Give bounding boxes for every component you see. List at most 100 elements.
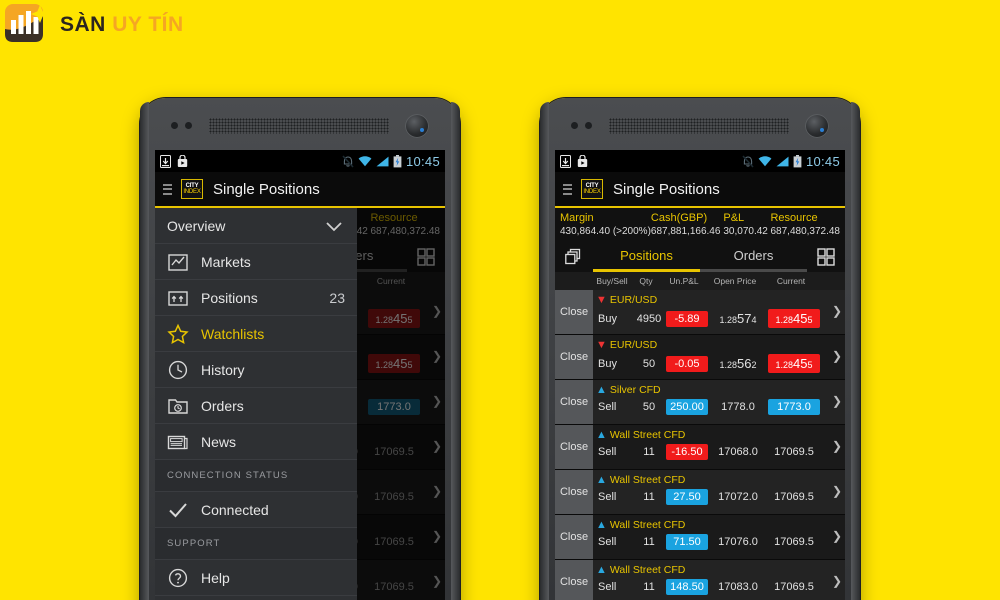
sensor-dots-icon bbox=[171, 122, 192, 129]
pnl-value: -16.50 bbox=[666, 444, 708, 460]
drawer-item-watchlists[interactable]: Watchlists bbox=[155, 316, 357, 352]
close-position-button[interactable]: Close bbox=[555, 335, 593, 379]
grid-view-icon[interactable] bbox=[807, 242, 845, 272]
pnl-value: -0.05 bbox=[666, 355, 708, 372]
positions-icon bbox=[167, 287, 189, 309]
page-title: Single Positions bbox=[613, 180, 720, 198]
summary-value: 30,070.42 bbox=[723, 226, 768, 237]
chevron-right-icon[interactable]: ❯ bbox=[832, 394, 842, 408]
drawer-item-help[interactable]: Help bbox=[155, 560, 357, 596]
open-price-value: 1.28562 bbox=[719, 356, 757, 371]
unrealised-pnl-cell: 148.50 bbox=[664, 579, 710, 595]
chevron-right-icon[interactable]: ❯ bbox=[832, 349, 842, 363]
alarm-silent-icon bbox=[742, 154, 754, 168]
chevron-right-icon[interactable]: ❯ bbox=[832, 529, 842, 543]
drawer-item-news[interactable]: News bbox=[155, 424, 357, 460]
row-body: ▼EUR/USD Buy 4950 -5.89 1.28574 1.28455 ❯ bbox=[593, 290, 845, 334]
table-row[interactable]: Close▲Wall Street CFD Sell 11 71.50 17076.0 1… bbox=[555, 515, 845, 560]
chevron-down-icon[interactable] bbox=[323, 215, 345, 237]
qty-value: 4950 bbox=[636, 312, 662, 325]
phone-left: 10:45 CITY INDEX Single Positions Margin… bbox=[140, 98, 460, 600]
drawer-scrim[interactable] bbox=[357, 208, 445, 600]
drawer-item-connected[interactable]: Connected bbox=[155, 492, 357, 528]
play-store-icon bbox=[577, 154, 588, 167]
tab-orders[interactable]: Orders bbox=[700, 242, 807, 272]
table-row[interactable]: Close▼EUR/USD Buy 50 -0.05 1.28562 1.28455 ❯ bbox=[555, 335, 845, 380]
close-position-button[interactable]: Close bbox=[555, 470, 593, 514]
app-badge-line-2: INDEX bbox=[583, 189, 601, 195]
open-price-value: 1778.0 bbox=[721, 401, 755, 413]
open-price-value: 17083.0 bbox=[718, 581, 758, 593]
positions-table: Close▼EUR/USDBuy4950-5.891.285741.28455❯… bbox=[555, 290, 845, 600]
pnl-value: 148.50 bbox=[666, 579, 708, 595]
app-logo-icon: CITY INDEX bbox=[181, 179, 203, 199]
current-price-cell: 17069.5 bbox=[766, 446, 822, 458]
current-price: 17069.5 bbox=[774, 491, 814, 503]
instrument-label: EUR/USD bbox=[609, 339, 658, 351]
tab-positions[interactable]: Positions bbox=[593, 242, 700, 272]
instrument-name: ▲Wall Street CFD bbox=[596, 473, 845, 487]
column-header: Buy/Sell bbox=[596, 276, 628, 286]
table-row[interactable]: Close▲Wall Street CFD Sell 11 -16.50 17068.0… bbox=[555, 425, 845, 470]
qty-value: 11 bbox=[643, 536, 655, 548]
chevron-right-icon[interactable]: ❯ bbox=[832, 484, 842, 498]
drawer-item-positions[interactable]: Positions 23 bbox=[155, 280, 357, 316]
brand-text: SÀN UY TÍN bbox=[60, 13, 184, 37]
row-cells: Buy 50 -0.05 1.28562 1.28455 bbox=[596, 354, 845, 373]
instrument-label: Silver CFD bbox=[609, 384, 661, 396]
drawer-item-overview[interactable]: Overview bbox=[155, 208, 357, 244]
pnl-value: 27.50 bbox=[666, 489, 708, 505]
battery-charging-icon bbox=[393, 154, 402, 167]
summary-cell: Margin 430,864.40 (>200%) bbox=[560, 212, 651, 238]
arrow-up-icon: ▲ bbox=[596, 563, 607, 576]
table-row[interactable]: Close▲Wall Street CFD Sell 11 27.50 17072.0 1… bbox=[555, 470, 845, 515]
close-position-button[interactable]: Close bbox=[555, 515, 593, 559]
buy-sell-value: Sell bbox=[598, 581, 617, 593]
current-price-cell: 17069.5 bbox=[766, 491, 822, 503]
android-status-bar: 10:45 bbox=[155, 150, 445, 172]
close-position-button[interactable]: Close bbox=[555, 380, 593, 424]
signal-icon bbox=[376, 156, 389, 166]
phone-edge-left bbox=[140, 102, 149, 600]
close-position-button[interactable]: Close bbox=[555, 290, 593, 334]
table-row[interactable]: Close▲Silver CFD Sell 50 250.00 1778.0 1773.0… bbox=[555, 380, 845, 425]
drawer-item-orders[interactable]: Orders bbox=[155, 388, 357, 424]
drawer-item-history[interactable]: History bbox=[155, 352, 357, 388]
chevron-right-icon[interactable]: ❯ bbox=[832, 574, 842, 588]
speaker-grille-icon bbox=[209, 118, 389, 134]
current-price: 1.28455 bbox=[768, 309, 820, 328]
chevron-right-icon[interactable]: ❯ bbox=[832, 439, 842, 453]
close-position-button[interactable]: Close bbox=[555, 560, 593, 600]
hamburger-menu-icon[interactable] bbox=[163, 183, 172, 195]
folder-clock-icon bbox=[167, 395, 189, 417]
drawer-item-markets[interactable]: Markets bbox=[155, 244, 357, 280]
summary-key: Resource bbox=[770, 212, 818, 224]
unrealised-pnl-cell: -16.50 bbox=[664, 444, 710, 460]
status-time: 10:45 bbox=[405, 153, 440, 169]
app-title-bar: CITY INDEX Single Positions bbox=[555, 172, 845, 208]
unrealised-pnl-cell: 71.50 bbox=[664, 534, 710, 550]
current-price: 17069.5 bbox=[774, 446, 814, 458]
stacked-cards-icon[interactable] bbox=[555, 242, 593, 272]
table-row[interactable]: Close▼EUR/USD Buy 4950 -5.89 1.28574 1.28455 ❯ bbox=[555, 290, 845, 335]
speaker-grille-icon bbox=[609, 118, 789, 134]
unrealised-pnl-cell: -0.05 bbox=[664, 355, 710, 372]
front-camera-icon bbox=[805, 114, 829, 138]
close-position-button[interactable]: Close bbox=[555, 425, 593, 469]
current-price-cell: 1.28455 bbox=[766, 354, 822, 373]
table-row[interactable]: Close▲Wall Street CFD Sell 11 148.50 17083.0… bbox=[555, 560, 845, 600]
alarm-silent-icon bbox=[342, 154, 354, 168]
summary-value: 430,864.40 (>200%) bbox=[560, 226, 651, 237]
row-body: ▲Wall Street CFD Sell 11 71.50 17076.0 17069.… bbox=[593, 515, 845, 559]
phone-edge-right bbox=[851, 102, 860, 600]
phone-left-screen: 10:45 CITY INDEX Single Positions Margin… bbox=[155, 150, 445, 600]
buy-sell-value: Sell bbox=[598, 536, 617, 548]
chevron-right-icon[interactable]: ❯ bbox=[832, 304, 842, 318]
open-price-value: 1.28574 bbox=[719, 311, 757, 326]
page-title: Single Positions bbox=[213, 180, 320, 198]
row-body: ▲Wall Street CFD Sell 11 148.50 17083.0 17069… bbox=[593, 560, 845, 600]
hamburger-menu-icon[interactable] bbox=[563, 183, 572, 195]
clock-icon bbox=[167, 359, 189, 381]
row-cells: Buy 4950 -5.89 1.28574 1.28455 bbox=[596, 309, 845, 328]
play-store-icon bbox=[177, 154, 188, 167]
